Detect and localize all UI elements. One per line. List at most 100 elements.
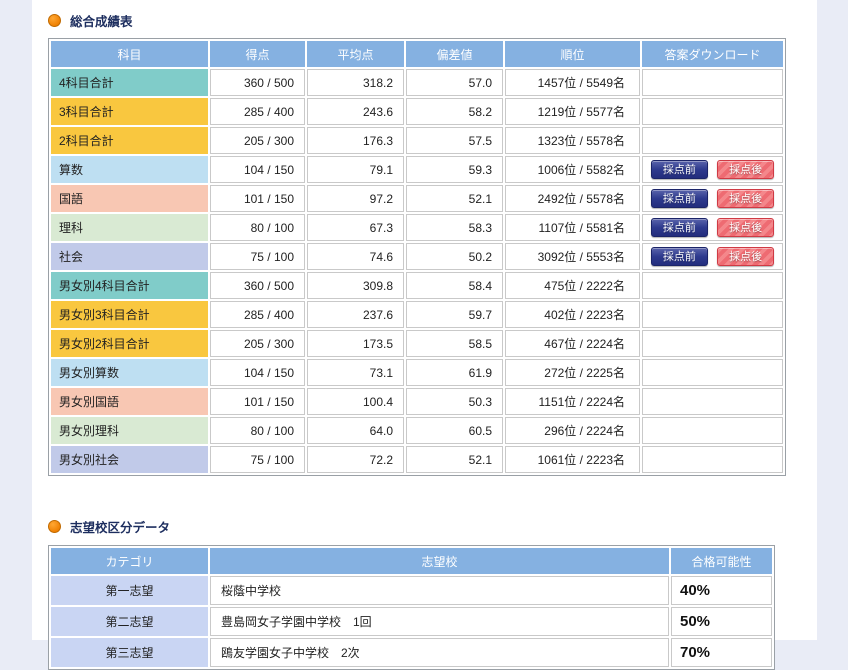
col-header-subject: 科目	[51, 41, 208, 67]
probability-cell: 70%	[671, 638, 772, 667]
average-cell: 79.1	[307, 156, 404, 183]
download-cell	[642, 301, 783, 328]
col-header-category: カテゴリ	[51, 548, 208, 574]
category-cell: 第一志望	[51, 576, 208, 605]
rank-cell: 1151位 / 2224名	[505, 388, 640, 415]
col-header-score: 得点	[210, 41, 305, 67]
deviation-cell: 61.9	[406, 359, 503, 386]
score-before-button[interactable]: 採点前	[651, 218, 708, 237]
download-cell	[642, 69, 783, 96]
download-cell: 採点前 採点後	[642, 156, 783, 183]
section-bullet-icon	[48, 14, 61, 27]
subject-cell: 男女別理科	[51, 417, 208, 444]
average-cell: 237.6	[307, 301, 404, 328]
download-cell	[642, 98, 783, 125]
deviation-cell: 59.7	[406, 301, 503, 328]
score-after-button[interactable]: 採点後	[717, 218, 774, 237]
subject-cell: 国語	[51, 185, 208, 212]
rank-cell: 1006位 / 5582名	[505, 156, 640, 183]
category-cell: 第二志望	[51, 607, 208, 636]
download-cell	[642, 330, 783, 357]
score-cell: 101 / 150	[210, 185, 305, 212]
col-header-deviation: 偏差値	[406, 41, 503, 67]
score-cell: 285 / 400	[210, 98, 305, 125]
average-cell: 176.3	[307, 127, 404, 154]
rank-cell: 1061位 / 2223名	[505, 446, 640, 473]
rank-cell: 402位 / 2223名	[505, 301, 640, 328]
overall-results-table: 科目 得点 平均点 偏差値 順位 答案ダウンロード 4科目合計 360 / 50…	[48, 38, 786, 476]
probability-cell: 40%	[671, 576, 772, 605]
deviation-cell: 57.5	[406, 127, 503, 154]
table-row: 算数 104 / 150 79.1 59.3 1006位 / 5582名 採点前…	[51, 156, 783, 183]
average-cell: 72.2	[307, 446, 404, 473]
section-spacer	[48, 476, 817, 517]
download-cell	[642, 127, 783, 154]
deviation-cell: 59.3	[406, 156, 503, 183]
table-row: 4科目合計 360 / 500 318.2 57.0 1457位 / 5549名	[51, 69, 783, 96]
deviation-cell: 58.2	[406, 98, 503, 125]
subject-cell: 男女別3科目合計	[51, 301, 208, 328]
subject-cell: 男女別算数	[51, 359, 208, 386]
rank-cell: 3092位 / 5553名	[505, 243, 640, 270]
score-cell: 75 / 100	[210, 243, 305, 270]
score-cell: 205 / 300	[210, 127, 305, 154]
rank-cell: 1323位 / 5578名	[505, 127, 640, 154]
subject-cell: 男女別社会	[51, 446, 208, 473]
subject-cell: 男女別2科目合計	[51, 330, 208, 357]
table-row: 男女別国語 101 / 150 100.4 50.3 1151位 / 2224名	[51, 388, 783, 415]
deviation-cell: 50.2	[406, 243, 503, 270]
average-cell: 74.6	[307, 243, 404, 270]
school-choice-table: カテゴリ 志望校 合格可能性 第一志望 桜蔭中学校 40% 第二志望 豊島岡女子…	[48, 545, 775, 670]
score-before-button[interactable]: 採点前	[651, 247, 708, 266]
category-cell: 第三志望	[51, 638, 208, 667]
download-cell: 採点前 採点後	[642, 214, 783, 241]
rank-cell: 296位 / 2224名	[505, 417, 640, 444]
score-before-button[interactable]: 採点前	[651, 160, 708, 179]
table-row: 国語 101 / 150 97.2 52.1 2492位 / 5578名 採点前…	[51, 185, 783, 212]
deviation-cell: 58.3	[406, 214, 503, 241]
school-cell: 鴎友学園女子中学校 2次	[210, 638, 669, 667]
section-bullet-icon	[48, 520, 61, 533]
school-cell: 豊島岡女子学園中学校 1回	[210, 607, 669, 636]
probability-cell: 50%	[671, 607, 772, 636]
table-row: 第一志望 桜蔭中学校 40%	[51, 576, 772, 605]
average-cell: 67.3	[307, 214, 404, 241]
score-cell: 104 / 150	[210, 156, 305, 183]
subject-cell: 社会	[51, 243, 208, 270]
deviation-cell: 57.0	[406, 69, 503, 96]
rank-cell: 1457位 / 5549名	[505, 69, 640, 96]
table-row: 男女別算数 104 / 150 73.1 61.9 272位 / 2225名	[51, 359, 783, 386]
score-before-button[interactable]: 採点前	[651, 189, 708, 208]
download-cell	[642, 272, 783, 299]
table-header-row: 科目 得点 平均点 偏差値 順位 答案ダウンロード	[51, 41, 783, 67]
score-after-button[interactable]: 採点後	[717, 160, 774, 179]
table-row: 男女別社会 75 / 100 72.2 52.1 1061位 / 2223名	[51, 446, 783, 473]
score-cell: 360 / 500	[210, 69, 305, 96]
score-cell: 75 / 100	[210, 446, 305, 473]
score-after-button[interactable]: 採点後	[717, 189, 774, 208]
col-header-average: 平均点	[307, 41, 404, 67]
table-row: 男女別理科 80 / 100 64.0 60.5 296位 / 2224名	[51, 417, 783, 444]
table-row: 男女別4科目合計 360 / 500 309.8 58.4 475位 / 222…	[51, 272, 783, 299]
score-cell: 80 / 100	[210, 214, 305, 241]
section-title-overall-results: 総合成績表	[70, 11, 133, 30]
col-header-school: 志望校	[210, 548, 669, 574]
table-row: 2科目合計 205 / 300 176.3 57.5 1323位 / 5578名	[51, 127, 783, 154]
average-cell: 309.8	[307, 272, 404, 299]
table-row: 理科 80 / 100 67.3 58.3 1107位 / 5581名 採点前 …	[51, 214, 783, 241]
score-cell: 285 / 400	[210, 301, 305, 328]
download-cell	[642, 417, 783, 444]
deviation-cell: 60.5	[406, 417, 503, 444]
score-cell: 101 / 150	[210, 388, 305, 415]
subject-cell: 3科目合計	[51, 98, 208, 125]
average-cell: 73.1	[307, 359, 404, 386]
score-after-button[interactable]: 採点後	[717, 247, 774, 266]
subject-cell: 4科目合計	[51, 69, 208, 96]
average-cell: 97.2	[307, 185, 404, 212]
subject-cell: 理科	[51, 214, 208, 241]
rank-cell: 1219位 / 5577名	[505, 98, 640, 125]
score-cell: 360 / 500	[210, 272, 305, 299]
col-header-rank: 順位	[505, 41, 640, 67]
rank-cell: 467位 / 2224名	[505, 330, 640, 357]
section-title-school-choice: 志望校区分データ	[70, 517, 170, 536]
